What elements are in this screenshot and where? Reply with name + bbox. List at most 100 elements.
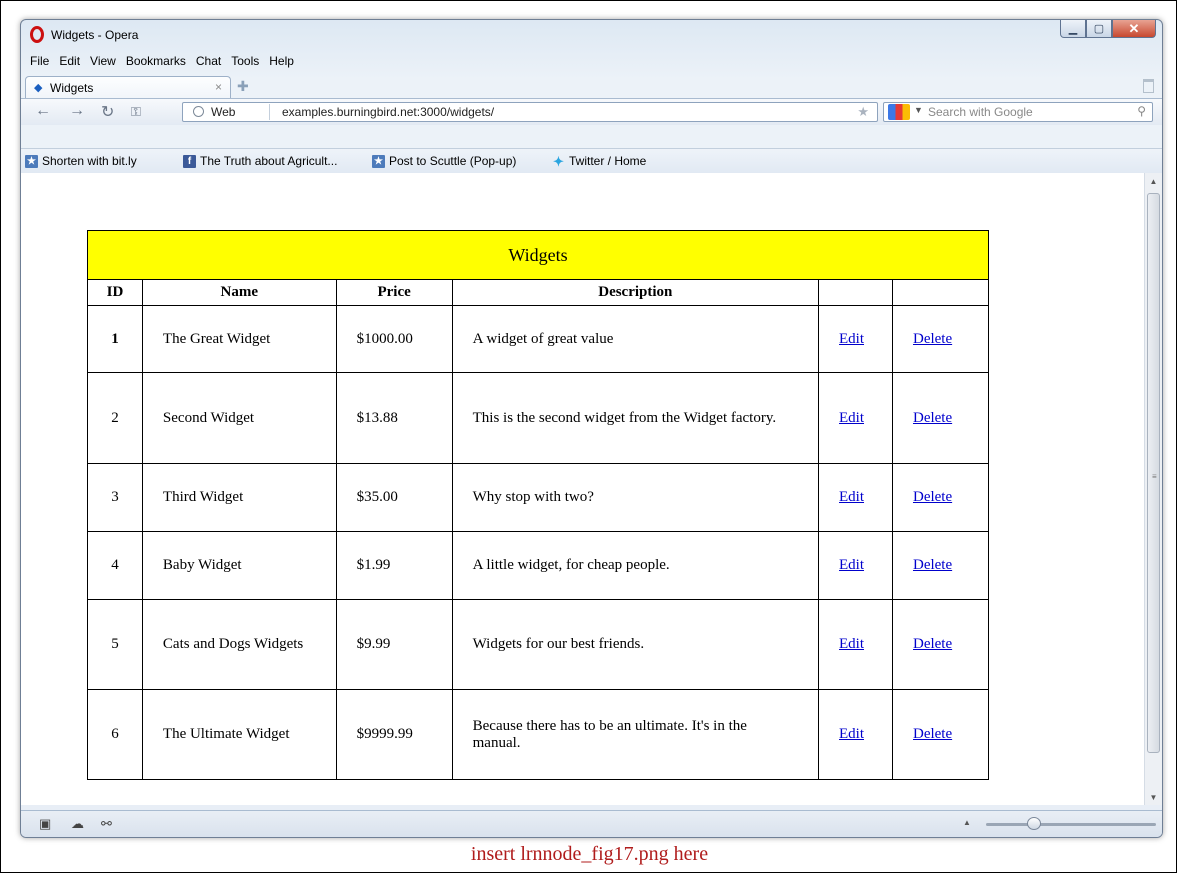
table-row: 3 Third Widget $35.00 Why stop with two?… — [87, 463, 990, 532]
edit-link[interactable]: Edit — [839, 557, 864, 573]
header-id: ID — [87, 279, 143, 306]
table-row: 4 Baby Widget $1.99 A little widget, for… — [87, 531, 990, 600]
cell-id: 5 — [87, 599, 143, 690]
reload-icon[interactable]: ↻ — [101, 102, 114, 122]
maximize-button[interactable]: ▢ — [1086, 20, 1112, 38]
edit-link[interactable]: Edit — [839, 726, 864, 742]
url-text: examples.burningbird.net:3000/widgets/ — [282, 105, 495, 119]
cell-price: $35.00 — [335, 463, 453, 532]
page-content: Widgets ID Name Price Description 1 The … — [21, 173, 1144, 805]
delete-link[interactable]: Delete — [913, 489, 952, 505]
table-caption: Widgets — [87, 230, 989, 280]
cell-price: $9999.99 — [335, 689, 453, 780]
trash-icon[interactable] — [1143, 79, 1154, 93]
google-icon[interactable] — [888, 104, 910, 120]
turbo-icon[interactable]: ⚯ — [101, 816, 112, 832]
edit-link[interactable]: Edit — [839, 331, 864, 347]
scrollbar-thumb[interactable]: ≡ — [1147, 193, 1160, 753]
header-edit — [818, 279, 893, 306]
panel-toggle-icon[interactable]: ▣ — [39, 816, 51, 832]
cell-description: A little widget, for cheap people. — [451, 531, 820, 600]
menu-file[interactable]: File — [25, 54, 54, 68]
search-icon[interactable]: ⚲ — [1137, 104, 1146, 118]
menu-view[interactable]: View — [85, 54, 121, 68]
delete-link[interactable]: Delete — [913, 636, 952, 652]
menu-edit[interactable]: Edit — [54, 54, 85, 68]
cell-description: Why stop with two? — [451, 463, 820, 532]
cell-id: 6 — [87, 689, 143, 780]
figure-caption: insert lrnnode_fig17.png here — [470, 843, 709, 865]
opera-logo-icon — [30, 26, 44, 43]
title-bar: Widgets - Opera ▁ ▢ ✕ — [21, 20, 1162, 50]
cell-id: 1 — [87, 305, 143, 373]
delete-link[interactable]: Delete — [913, 331, 952, 347]
zoom-slider[interactable] — [986, 823, 1156, 826]
edit-link[interactable]: Edit — [839, 636, 864, 652]
cell-price: $1000.00 — [335, 305, 453, 373]
forward-icon[interactable]: → — [69, 102, 85, 120]
cell-name: The Ultimate Widget — [141, 689, 337, 780]
new-tab-icon[interactable]: ✚ — [237, 78, 249, 95]
delete-link[interactable]: Delete — [913, 557, 952, 573]
favicon-icon: ◆ — [34, 82, 43, 94]
table-row: 6 The Ultimate Widget $9999.99 Because t… — [87, 689, 990, 780]
minimize-button[interactable]: ▁ — [1060, 20, 1086, 38]
cell-name: Cats and Dogs Widgets — [141, 599, 337, 690]
search-input[interactable]: ▼ Search with Google ⚲ — [883, 102, 1153, 122]
bookmark-icon: ★ — [25, 154, 38, 168]
bookmark-bitly[interactable]: ★ Shorten with bit.ly — [25, 154, 137, 168]
zoom-slider-knob[interactable] — [1027, 817, 1041, 830]
menu-bookmarks[interactable]: Bookmarks — [121, 54, 191, 68]
bookmark-twitter[interactable]: ✦ Twitter / Home — [552, 154, 646, 168]
table-row: 2 Second Widget $13.88 This is the secon… — [87, 372, 990, 464]
tab-bar: ◆ Widgets × ✚ — [21, 74, 1162, 98]
header-description: Description — [451, 279, 820, 306]
bookmark-icon: ★ — [372, 154, 385, 168]
tab-label: Widgets — [50, 81, 94, 95]
web-badge[interactable]: Web — [185, 104, 270, 120]
star-icon[interactable]: ★ — [857, 104, 869, 120]
grip-icon: ≡ — [1152, 472, 1157, 481]
scroll-down-icon[interactable]: ▼ — [1145, 793, 1162, 802]
close-button[interactable]: ✕ — [1112, 20, 1156, 38]
header-name: Name — [141, 279, 337, 306]
address-field[interactable]: Web examples.burningbird.net:3000/widget… — [182, 102, 878, 122]
tab-widgets[interactable]: ◆ Widgets × — [25, 76, 231, 98]
cell-description: Widgets for our best friends. — [451, 599, 820, 690]
menu-tools[interactable]: Tools — [226, 54, 264, 68]
header-price: Price — [335, 279, 453, 306]
browser-window: Widgets - Opera ▁ ▢ ✕ File Edit View Boo… — [20, 19, 1163, 838]
cell-price: $1.99 — [335, 531, 453, 600]
cell-id: 3 — [87, 463, 143, 532]
cell-name: Third Widget — [141, 463, 337, 532]
menu-help[interactable]: Help — [264, 54, 299, 68]
chevron-down-icon[interactable]: ▼ — [914, 105, 923, 115]
bookmark-scuttle[interactable]: ★ Post to Scuttle (Pop-up) — [372, 154, 516, 168]
zoom-up-icon[interactable]: ▲ — [963, 818, 971, 827]
back-icon[interactable]: ← — [35, 102, 51, 120]
cell-description: This is the second widget from the Widge… — [451, 372, 820, 464]
navigation-bar: ← → ↻ ⚿ Web examples.burningbird.net:300… — [21, 98, 1162, 125]
delete-link[interactable]: Delete — [913, 726, 952, 742]
unite-cloud-icon[interactable]: ☁ — [71, 816, 84, 832]
edit-link[interactable]: Edit — [839, 489, 864, 505]
widgets-table: Widgets ID Name Price Description 1 The … — [87, 230, 990, 780]
vertical-scrollbar[interactable]: ▲ ≡ ▼ — [1144, 173, 1162, 805]
delete-link[interactable]: Delete — [913, 410, 952, 426]
cell-price: $13.88 — [335, 372, 453, 464]
bookmark-truth-agriculture[interactable]: f The Truth about Agricult... — [183, 154, 337, 168]
edit-link[interactable]: Edit — [839, 410, 864, 426]
scroll-up-icon[interactable]: ▲ — [1145, 177, 1162, 186]
cell-description: A widget of great value — [451, 305, 820, 373]
cell-id: 4 — [87, 531, 143, 600]
bookmarks-bar: ★ Shorten with bit.ly f The Truth about … — [21, 148, 1162, 174]
header-delete — [891, 279, 990, 306]
cell-description: Because there has to be an ultimate. It'… — [451, 689, 820, 780]
cell-name: Second Widget — [141, 372, 337, 464]
cell-name: The Great Widget — [141, 305, 337, 373]
key-icon[interactable]: ⚿ — [131, 104, 141, 120]
tab-close-icon[interactable]: × — [215, 80, 222, 94]
menu-chat[interactable]: Chat — [191, 54, 226, 68]
cell-name: Baby Widget — [141, 531, 337, 600]
status-bar: ▣ ☁ ⚯ ▲ — [21, 810, 1162, 837]
